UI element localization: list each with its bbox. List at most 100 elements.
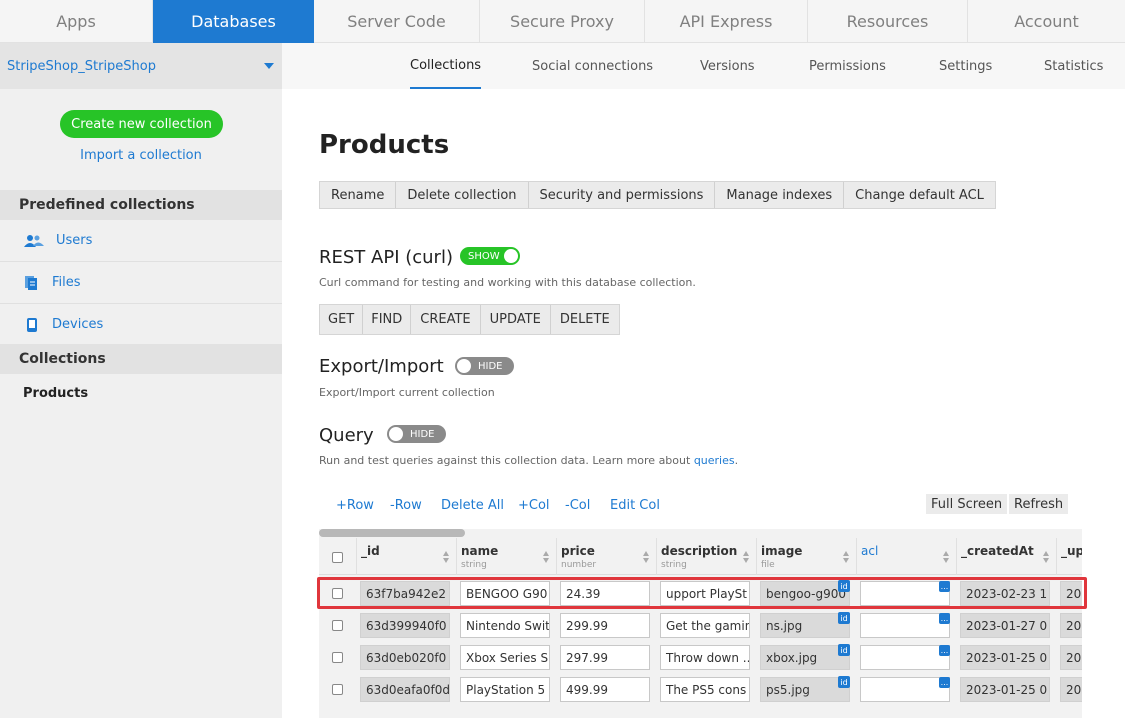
- delete-collection-button[interactable]: Delete collection: [396, 182, 529, 208]
- created-at-cell[interactable]: 2023-01-25 0 ...: [960, 677, 1050, 702]
- image-cell[interactable]: ps5.jpg: [760, 677, 850, 702]
- file-id-icon[interactable]: id: [838, 612, 850, 624]
- tab-social-connections[interactable]: Social connections: [532, 43, 653, 89]
- create-button[interactable]: CREATE: [411, 305, 481, 334]
- remove-col-button[interactable]: -Col: [565, 498, 590, 513]
- column-header-id[interactable]: _id: [356, 538, 456, 575]
- table-row: 63d0eafa0f0d ... PlayStation 5 ... 499.9…: [319, 673, 1082, 705]
- query-toggle[interactable]: HIDE: [387, 425, 446, 443]
- column-header-price[interactable]: price number: [556, 538, 656, 575]
- horizontal-scrollbar[interactable]: [319, 529, 465, 537]
- price-cell[interactable]: 299.99: [560, 613, 650, 638]
- column-header-image[interactable]: image file: [756, 538, 856, 575]
- description-cell[interactable]: Get the gamin...: [660, 613, 750, 638]
- tab-statistics[interactable]: Statistics: [1044, 43, 1103, 89]
- sub-nav: Collections Social connections Versions …: [282, 43, 1125, 89]
- sort-icon: [843, 551, 849, 563]
- top-nav: Apps Databases Server Code Secure Proxy …: [0, 0, 1125, 43]
- get-button[interactable]: GET: [320, 305, 364, 334]
- row-checkbox[interactable]: [332, 620, 343, 631]
- tab-versions[interactable]: Versions: [700, 43, 755, 89]
- description-cell[interactable]: The PS5 cons ...: [660, 677, 750, 702]
- update-button[interactable]: UPDATE: [481, 305, 551, 334]
- acl-edit-icon[interactable]: ...: [939, 613, 950, 624]
- acl-edit-icon[interactable]: ...: [939, 677, 950, 688]
- column-header-name[interactable]: name string: [456, 538, 556, 575]
- refresh-button[interactable]: Refresh: [1009, 494, 1069, 514]
- query-title: Query: [319, 425, 374, 446]
- rest-api-toggle[interactable]: SHOW: [460, 247, 520, 265]
- updated-at-cell[interactable]: 202: [1060, 677, 1082, 702]
- sort-icon: [543, 551, 549, 563]
- toggle-knob: [504, 249, 518, 263]
- rename-button[interactable]: Rename: [320, 182, 397, 208]
- tab-account[interactable]: Account: [968, 0, 1125, 43]
- sidebar-item-products[interactable]: Products: [23, 386, 88, 401]
- sidebar-item-users[interactable]: Users: [0, 220, 282, 262]
- table-row: 63d0eb020f0 ... Xbox Series S ... 297.99…: [319, 641, 1082, 673]
- id-cell[interactable]: 63d399940f0 ...: [360, 613, 450, 638]
- file-id-icon[interactable]: id: [838, 644, 850, 656]
- remove-row-button[interactable]: -Row: [390, 498, 422, 513]
- export-import-title: Export/Import: [319, 356, 444, 377]
- security-permissions-button[interactable]: Security and permissions: [529, 182, 716, 208]
- updated-at-cell[interactable]: 202: [1060, 645, 1082, 670]
- tab-server-code[interactable]: Server Code: [314, 0, 480, 43]
- id-cell[interactable]: 63d0eafa0f0d ...: [360, 677, 450, 702]
- find-button[interactable]: FIND: [363, 305, 412, 334]
- acl-cell[interactable]: [860, 613, 950, 638]
- tab-apps[interactable]: Apps: [0, 0, 153, 43]
- tab-databases[interactable]: Databases: [153, 0, 314, 43]
- add-col-button[interactable]: +Col: [518, 498, 550, 513]
- column-header-updated-at[interactable]: _upd: [1056, 538, 1082, 575]
- sidebar-item-devices[interactable]: Devices: [0, 304, 282, 346]
- file-id-icon[interactable]: id: [838, 676, 850, 688]
- price-cell[interactable]: 297.99: [560, 645, 650, 670]
- updated-at-cell[interactable]: 202: [1060, 613, 1082, 638]
- image-cell[interactable]: xbox.jpg: [760, 645, 850, 670]
- acl-edit-icon[interactable]: ...: [939, 645, 950, 656]
- name-cell[interactable]: Xbox Series S ...: [460, 645, 550, 670]
- query-desc-text: Run and test queries against this collec…: [319, 454, 694, 467]
- collections-heading: Collections: [0, 344, 282, 374]
- column-header-acl[interactable]: acl: [856, 538, 956, 575]
- export-import-toggle[interactable]: HIDE: [455, 357, 514, 375]
- change-default-acl-button[interactable]: Change default ACL: [844, 182, 995, 208]
- full-screen-button[interactable]: Full Screen: [926, 494, 1008, 514]
- tab-resources[interactable]: Resources: [808, 0, 968, 43]
- edit-col-button[interactable]: Edit Col: [610, 498, 660, 513]
- delete-button[interactable]: DELETE: [551, 305, 619, 334]
- tab-secure-proxy[interactable]: Secure Proxy: [480, 0, 645, 43]
- select-all-checkbox[interactable]: [332, 552, 343, 563]
- tab-api-express[interactable]: API Express: [645, 0, 808, 43]
- sort-icon: [443, 551, 449, 563]
- column-header-description[interactable]: description string: [656, 538, 756, 575]
- users-icon: [24, 234, 44, 247]
- image-cell[interactable]: ns.jpg: [760, 613, 850, 638]
- name-cell[interactable]: PlayStation 5 ...: [460, 677, 550, 702]
- created-at-cell[interactable]: 2023-01-27 0 ...: [960, 613, 1050, 638]
- sidebar-item-label: Devices: [52, 317, 104, 332]
- queries-link[interactable]: queries: [694, 454, 735, 467]
- delete-all-button[interactable]: Delete All: [441, 498, 504, 513]
- sidebar-item-files[interactable]: Files: [0, 262, 282, 304]
- price-cell[interactable]: 499.99: [560, 677, 650, 702]
- description-cell[interactable]: Throw down ...: [660, 645, 750, 670]
- tab-permissions[interactable]: Permissions: [809, 43, 886, 89]
- import-collection-link[interactable]: Import a collection: [0, 148, 282, 163]
- tab-settings[interactable]: Settings: [939, 43, 992, 89]
- add-row-button[interactable]: +Row: [336, 498, 374, 513]
- created-at-cell[interactable]: 2023-01-25 0 ...: [960, 645, 1050, 670]
- create-collection-button[interactable]: Create new collection: [60, 110, 223, 138]
- row-checkbox[interactable]: [332, 652, 343, 663]
- row-checkbox[interactable]: [332, 684, 343, 695]
- manage-indexes-button[interactable]: Manage indexes: [715, 182, 845, 208]
- name-cell[interactable]: Nintendo Swit...: [460, 613, 550, 638]
- row-highlight: [317, 577, 1087, 609]
- column-header-created-at[interactable]: _createdAt: [956, 538, 1056, 575]
- id-cell[interactable]: 63d0eb020f0 ...: [360, 645, 450, 670]
- acl-cell[interactable]: [860, 645, 950, 670]
- app-selector[interactable]: StripeShop_StripeShop: [0, 43, 282, 89]
- tab-collections[interactable]: Collections: [410, 43, 482, 89]
- acl-cell[interactable]: [860, 677, 950, 702]
